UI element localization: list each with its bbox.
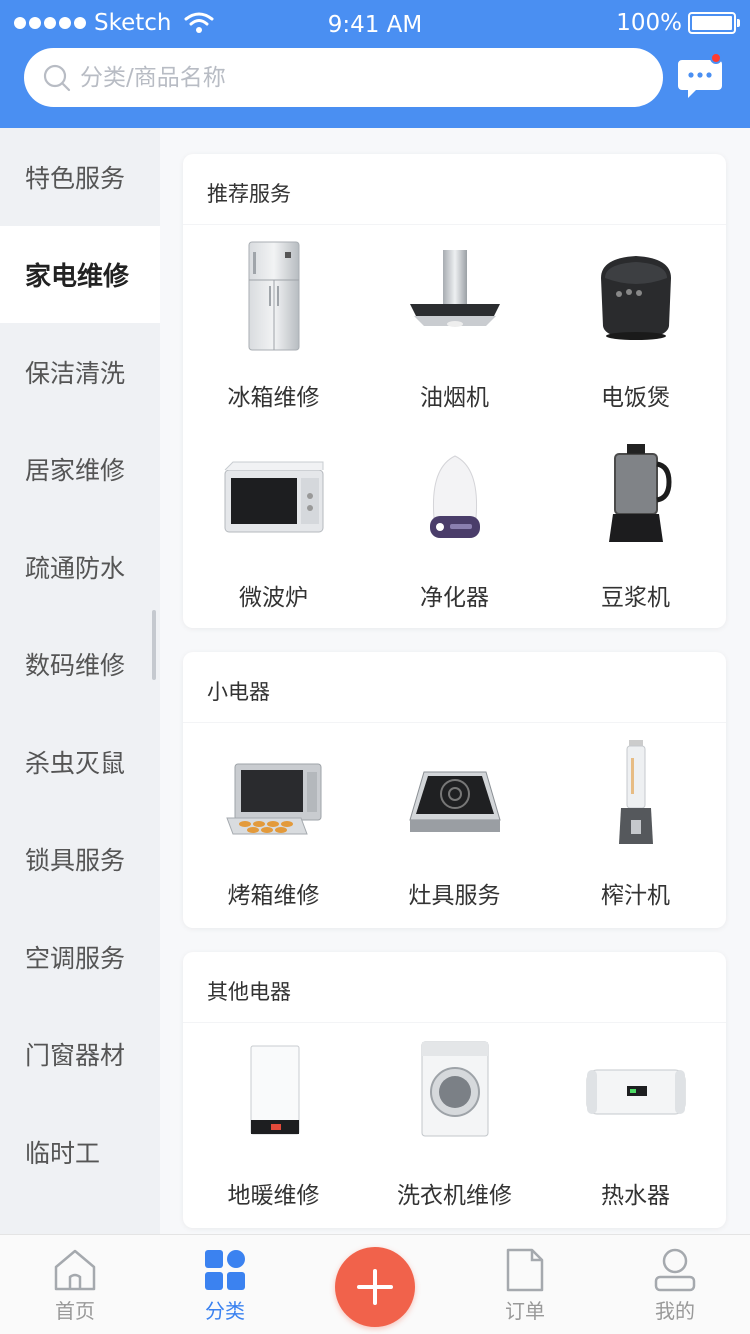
category-icon: [205, 1250, 245, 1290]
sidebar-item-label: 杀虫灭鼠: [25, 748, 126, 778]
service-label: 微波炉: [239, 585, 308, 611]
search-bar[interactable]: [24, 48, 663, 107]
sidebar-item-special[interactable]: 特色服务: [0, 128, 160, 226]
tab-label: 分类: [205, 1299, 245, 1323]
section-card-small-appliances: 小电器 烤箱维修 灶具服务 榨汁机: [183, 652, 726, 928]
order-icon: [506, 1248, 544, 1292]
tab-bar: 首页 分类 订单 我的: [0, 1234, 750, 1334]
washing-machine-icon: [421, 1041, 488, 1137]
service-label: 电饭煲: [601, 385, 670, 411]
stove-icon: [408, 771, 501, 832]
section-title: 小电器: [207, 680, 270, 704]
tab-label: 我的: [655, 1299, 695, 1323]
tab-orders[interactable]: 订单: [450, 1235, 600, 1334]
service-item-microwave[interactable]: 微波炉: [183, 438, 364, 612]
header: Sketch 9:41 AM 100%: [0, 0, 750, 128]
service-label: 洗衣机维修: [397, 1183, 512, 1209]
plus-icon: [357, 1269, 393, 1305]
tab-label: 首页: [55, 1299, 95, 1323]
sidebar-item-label: 疏通防水: [25, 553, 126, 583]
service-item-floor-heater[interactable]: 地暖维修: [183, 1036, 364, 1210]
service-label: 冰箱维修: [227, 385, 320, 411]
section-card-other-appliances: 其他电器 地暖维修 洗衣机维修 热水器: [183, 952, 726, 1228]
main-content: 推荐服务 冰箱维修 油烟机 电饭煲 微波炉 净化器 豆浆机 小电器 烤箱维修 灶…: [160, 128, 750, 1234]
service-label: 净化器: [420, 585, 489, 611]
battery-percent: 100%: [616, 10, 682, 36]
oven-icon: [225, 763, 321, 835]
sidebar-item-cleaning[interactable]: 保洁清洗: [0, 323, 160, 421]
sidebar-item-plumbing[interactable]: 疏通防水: [0, 518, 160, 616]
section-title: 推荐服务: [207, 182, 291, 206]
category-sidebar: 特色服务 家电维修 保洁清洗 居家维修 疏通防水 数码维修 杀虫灭鼠 锁具服务 …: [0, 128, 160, 1234]
sidebar-item-digital-repair[interactable]: 数码维修: [0, 616, 160, 714]
divider: [183, 224, 726, 225]
sidebar-item-label: 居家维修: [25, 456, 126, 486]
tab-category[interactable]: 分类: [150, 1235, 300, 1334]
divider: [183, 1022, 726, 1023]
tab-home[interactable]: 首页: [0, 1235, 150, 1334]
microwave-icon: [224, 461, 323, 533]
service-item-washing-machine[interactable]: 洗衣机维修: [364, 1036, 545, 1210]
sidebar-item-label: 临时工: [25, 1138, 101, 1168]
fridge-icon: [248, 241, 299, 351]
sidebar-item-label: 特色服务: [25, 163, 126, 193]
notification-dot: [710, 52, 722, 64]
sidebar-item-home-repair[interactable]: 居家维修: [0, 421, 160, 519]
battery-icon: [688, 12, 740, 34]
tab-label: 订单: [505, 1299, 545, 1323]
status-right: 100%: [616, 10, 740, 36]
sidebar-item-label: 家电维修: [25, 261, 130, 292]
service-item-fridge[interactable]: 冰箱维修: [183, 238, 364, 412]
sidebar-item-appliance-repair[interactable]: 家电维修: [0, 225, 160, 323]
service-label: 豆浆机: [601, 585, 670, 611]
service-label: 榨汁机: [601, 883, 670, 909]
section-title: 其他电器: [207, 980, 291, 1004]
search-input[interactable]: [80, 64, 600, 91]
tab-profile[interactable]: 我的: [600, 1235, 750, 1334]
sidebar-item-ac-service[interactable]: 空调服务: [0, 908, 160, 1006]
service-item-purifier[interactable]: 净化器: [364, 438, 545, 612]
add-button[interactable]: [335, 1247, 415, 1327]
floor-heater-icon: [250, 1045, 299, 1135]
search-icon: [43, 64, 71, 91]
sidebar-item-doors-windows[interactable]: 门窗器材: [0, 1006, 160, 1104]
status-bar: Sketch 9:41 AM 100%: [0, 0, 750, 50]
home-icon: [54, 1249, 96, 1291]
service-label: 灶具服务: [408, 883, 501, 909]
service-item-stove[interactable]: 灶具服务: [364, 736, 545, 910]
water-heater-icon: [586, 1069, 685, 1115]
soymilk-maker-icon: [608, 444, 672, 542]
divider: [183, 722, 726, 723]
service-item-oven[interactable]: 烤箱维修: [183, 736, 364, 910]
sidebar-item-label: 门窗器材: [25, 1041, 126, 1071]
service-label: 热水器: [601, 1183, 670, 1209]
range-hood-icon: [409, 250, 500, 327]
service-label: 烤箱维修: [227, 883, 320, 909]
section-card-recommended: 推荐服务 冰箱维修 油烟机 电饭煲 微波炉 净化器 豆浆机: [183, 154, 726, 628]
sidebar-scrollbar[interactable]: [152, 610, 156, 680]
service-label: 油烟机: [420, 385, 489, 411]
sidebar-item-label: 数码维修: [25, 651, 126, 681]
profile-icon: [654, 1248, 696, 1292]
service-item-soymilk-maker[interactable]: 豆浆机: [545, 438, 726, 612]
sidebar-item-lock-service[interactable]: 锁具服务: [0, 811, 160, 909]
service-item-range-hood[interactable]: 油烟机: [364, 238, 545, 412]
sidebar-item-pest-control[interactable]: 杀虫灭鼠: [0, 713, 160, 811]
service-item-water-heater[interactable]: 热水器: [545, 1036, 726, 1210]
juicer-icon: [618, 740, 653, 844]
service-item-rice-cooker[interactable]: 电饭煲: [545, 238, 726, 412]
sidebar-item-temp-worker[interactable]: 临时工: [0, 1103, 160, 1201]
sidebar-item-label: 保洁清洗: [25, 358, 126, 388]
message-button[interactable]: [676, 52, 724, 102]
service-label: 地暖维修: [227, 1183, 320, 1209]
purifier-icon: [429, 455, 480, 538]
sidebar-item-label: 空调服务: [25, 943, 126, 973]
rice-cooker-icon: [600, 256, 671, 340]
sidebar-item-label: 锁具服务: [25, 846, 126, 876]
service-item-juicer[interactable]: 榨汁机: [545, 736, 726, 910]
